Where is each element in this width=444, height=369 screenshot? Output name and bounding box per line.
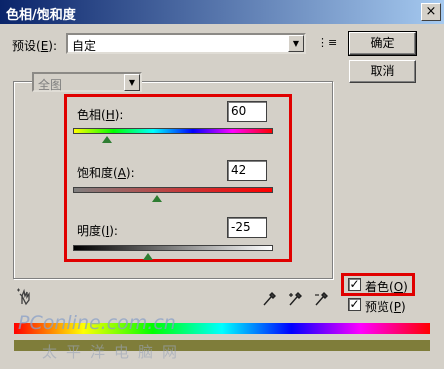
colorize-checkbox[interactable]: ✓ [348,278,361,291]
preset-select[interactable]: 自定 ▼ [66,33,306,54]
saturation-input[interactable]: 42 [227,160,267,181]
hue-slider-track[interactable] [73,128,273,134]
lightness-slider-thumb[interactable] [143,253,153,260]
eyedropper-plus-icon[interactable] [288,291,302,307]
preset-value: 自定 [72,39,97,53]
range-value: 全图 [38,78,63,92]
eyedropper-minus-icon[interactable] [314,291,328,307]
preset-label: 预设(E): [12,39,58,53]
close-icon: × [425,4,437,19]
title-bar: 色相/饱和度 × [0,0,444,24]
close-button[interactable]: × [421,3,441,21]
saturation-label: 饱和度(A): [77,166,135,180]
range-select[interactable]: 全图 ▼ [32,72,142,92]
lightness-input[interactable]: -25 [227,217,267,238]
hue-input[interactable]: 60 [227,101,267,122]
preview-label: 预览(P) [365,300,406,314]
hue-slider-thumb[interactable] [102,136,112,143]
chevron-down-icon[interactable]: ▼ [124,74,140,91]
saturation-slider-thumb[interactable] [152,195,162,202]
adjust-hand-icon[interactable] [16,288,34,306]
ok-button[interactable]: 确定 [348,31,417,56]
lightness-slider-track[interactable] [73,245,273,251]
hue-label: 色相(H): [77,108,124,122]
eyedropper-icon[interactable] [262,291,276,307]
cancel-button[interactable]: 取消 [349,60,416,83]
watermark-subtext: 太平洋电脑网 [42,343,187,361]
preview-checkbox[interactable]: ✓ [348,298,361,311]
watermark-text: PConline.com.cn [18,312,176,334]
chevron-down-icon[interactable]: ▼ [288,35,304,52]
preset-options-menu-icon[interactable]: ⋮≡ [317,36,337,49]
colorize-label: 着色(O) [365,280,408,294]
lightness-label: 明度(I): [77,224,118,238]
saturation-slider-track[interactable] [73,187,273,193]
window-title: 色相/饱和度 [6,8,76,23]
